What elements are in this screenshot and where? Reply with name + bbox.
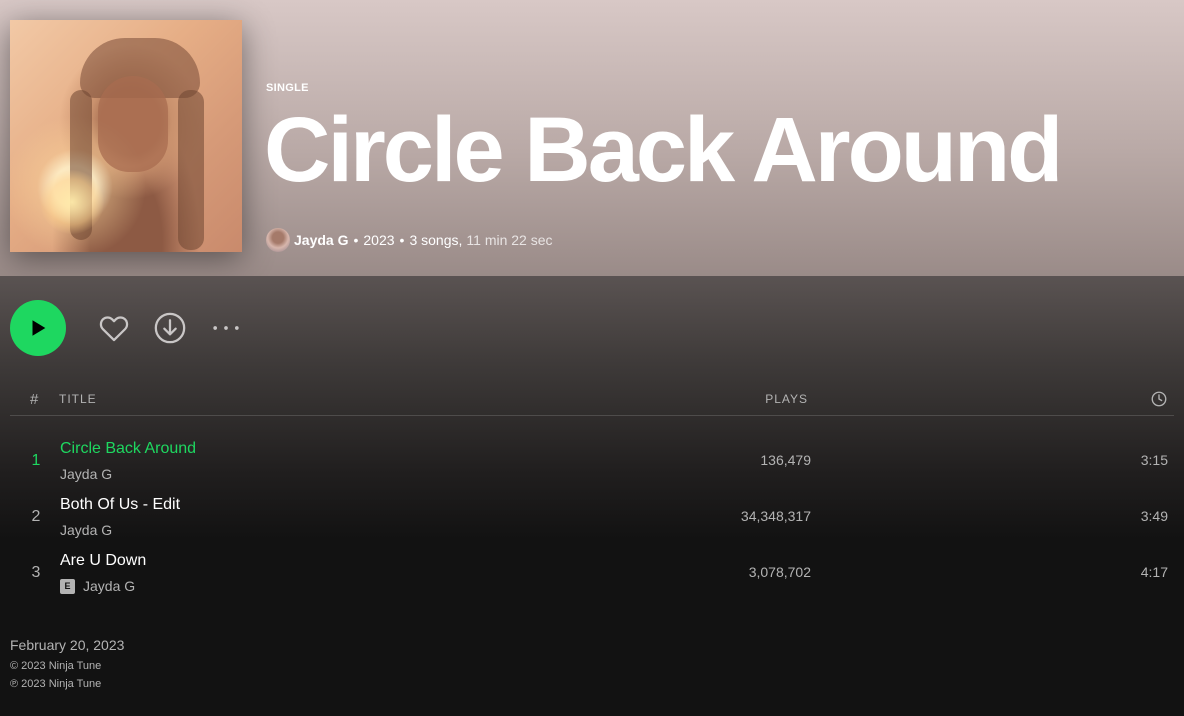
copyright-text: © 2023 Ninja Tune (10, 660, 102, 672)
play-button[interactable] (10, 300, 66, 356)
album-year: 2023 (363, 232, 395, 248)
tracklist-header: # TITLE PLAYS (10, 384, 1174, 416)
track-title[interactable]: Both Of Us - Edit (60, 496, 180, 514)
column-plays: PLAYS (765, 392, 808, 406)
album-duration: 11 min 22 sec (466, 232, 553, 248)
like-button[interactable] (96, 310, 132, 346)
album-footer: February 20, 2023 © 2023 Ninja Tune ℗ 20… (10, 637, 124, 693)
album-meta: Jayda G • 2023 • 3 songs, 11 min 22 sec (266, 228, 553, 252)
download-icon (154, 312, 186, 344)
heart-icon (99, 316, 129, 342)
column-title: TITLE (59, 392, 97, 406)
release-date: February 20, 2023 (10, 637, 125, 653)
track-number: 2 (31, 508, 41, 525)
track-artist-line: Jayda G (60, 466, 112, 482)
more-icon (213, 326, 239, 330)
meta-separator: • (353, 232, 359, 248)
track-duration: 4:17 (1140, 564, 1168, 580)
artist-avatar[interactable] (266, 228, 290, 252)
album-song-count: 3 songs, (409, 232, 463, 248)
track-plays: 34,348,317 (740, 508, 811, 524)
track-artist-line: Jayda G (60, 522, 112, 538)
clock-icon (1151, 391, 1167, 407)
track-row[interactable]: 3 Are U Down E Jayda G 3,078,702 4:17 (10, 546, 1174, 602)
play-icon (32, 320, 46, 336)
column-number: # (30, 391, 39, 408)
cover-face-shape (98, 76, 168, 172)
album-cover-art[interactable] (10, 20, 242, 252)
track-row[interactable]: 1 Circle Back Around Jayda G 136,479 3:1… (10, 434, 1174, 490)
meta-separator: • (399, 232, 405, 248)
album-title: Circle Back Around (264, 99, 1063, 201)
track-title[interactable]: Circle Back Around (60, 440, 196, 458)
artist-link[interactable]: Jayda G (294, 232, 348, 248)
more-options-button[interactable] (208, 310, 244, 346)
track-plays: 3,078,702 (748, 564, 811, 580)
track-artist[interactable]: Jayda G (60, 522, 112, 538)
album-type-label: SINGLE (266, 82, 309, 94)
download-button[interactable] (152, 310, 188, 346)
track-artist[interactable]: Jayda G (83, 578, 135, 594)
explicit-badge: E (60, 578, 75, 594)
track-row[interactable]: 2 Both Of Us - Edit Jayda G 34,348,317 3… (10, 490, 1174, 546)
track-title[interactable]: Are U Down (60, 552, 146, 570)
track-artist-line: E Jayda G (60, 578, 135, 594)
track-duration: 3:49 (1140, 508, 1168, 524)
track-number: 1 (31, 452, 41, 469)
phonogram-text: ℗ 2023 Ninja Tune (10, 678, 102, 690)
cover-light-flare (40, 170, 104, 234)
cover-braid-right (178, 90, 204, 250)
track-number: 3 (31, 564, 41, 581)
track-artist[interactable]: Jayda G (60, 466, 112, 482)
track-plays: 136,479 (760, 452, 811, 468)
track-duration: 3:15 (1140, 452, 1168, 468)
